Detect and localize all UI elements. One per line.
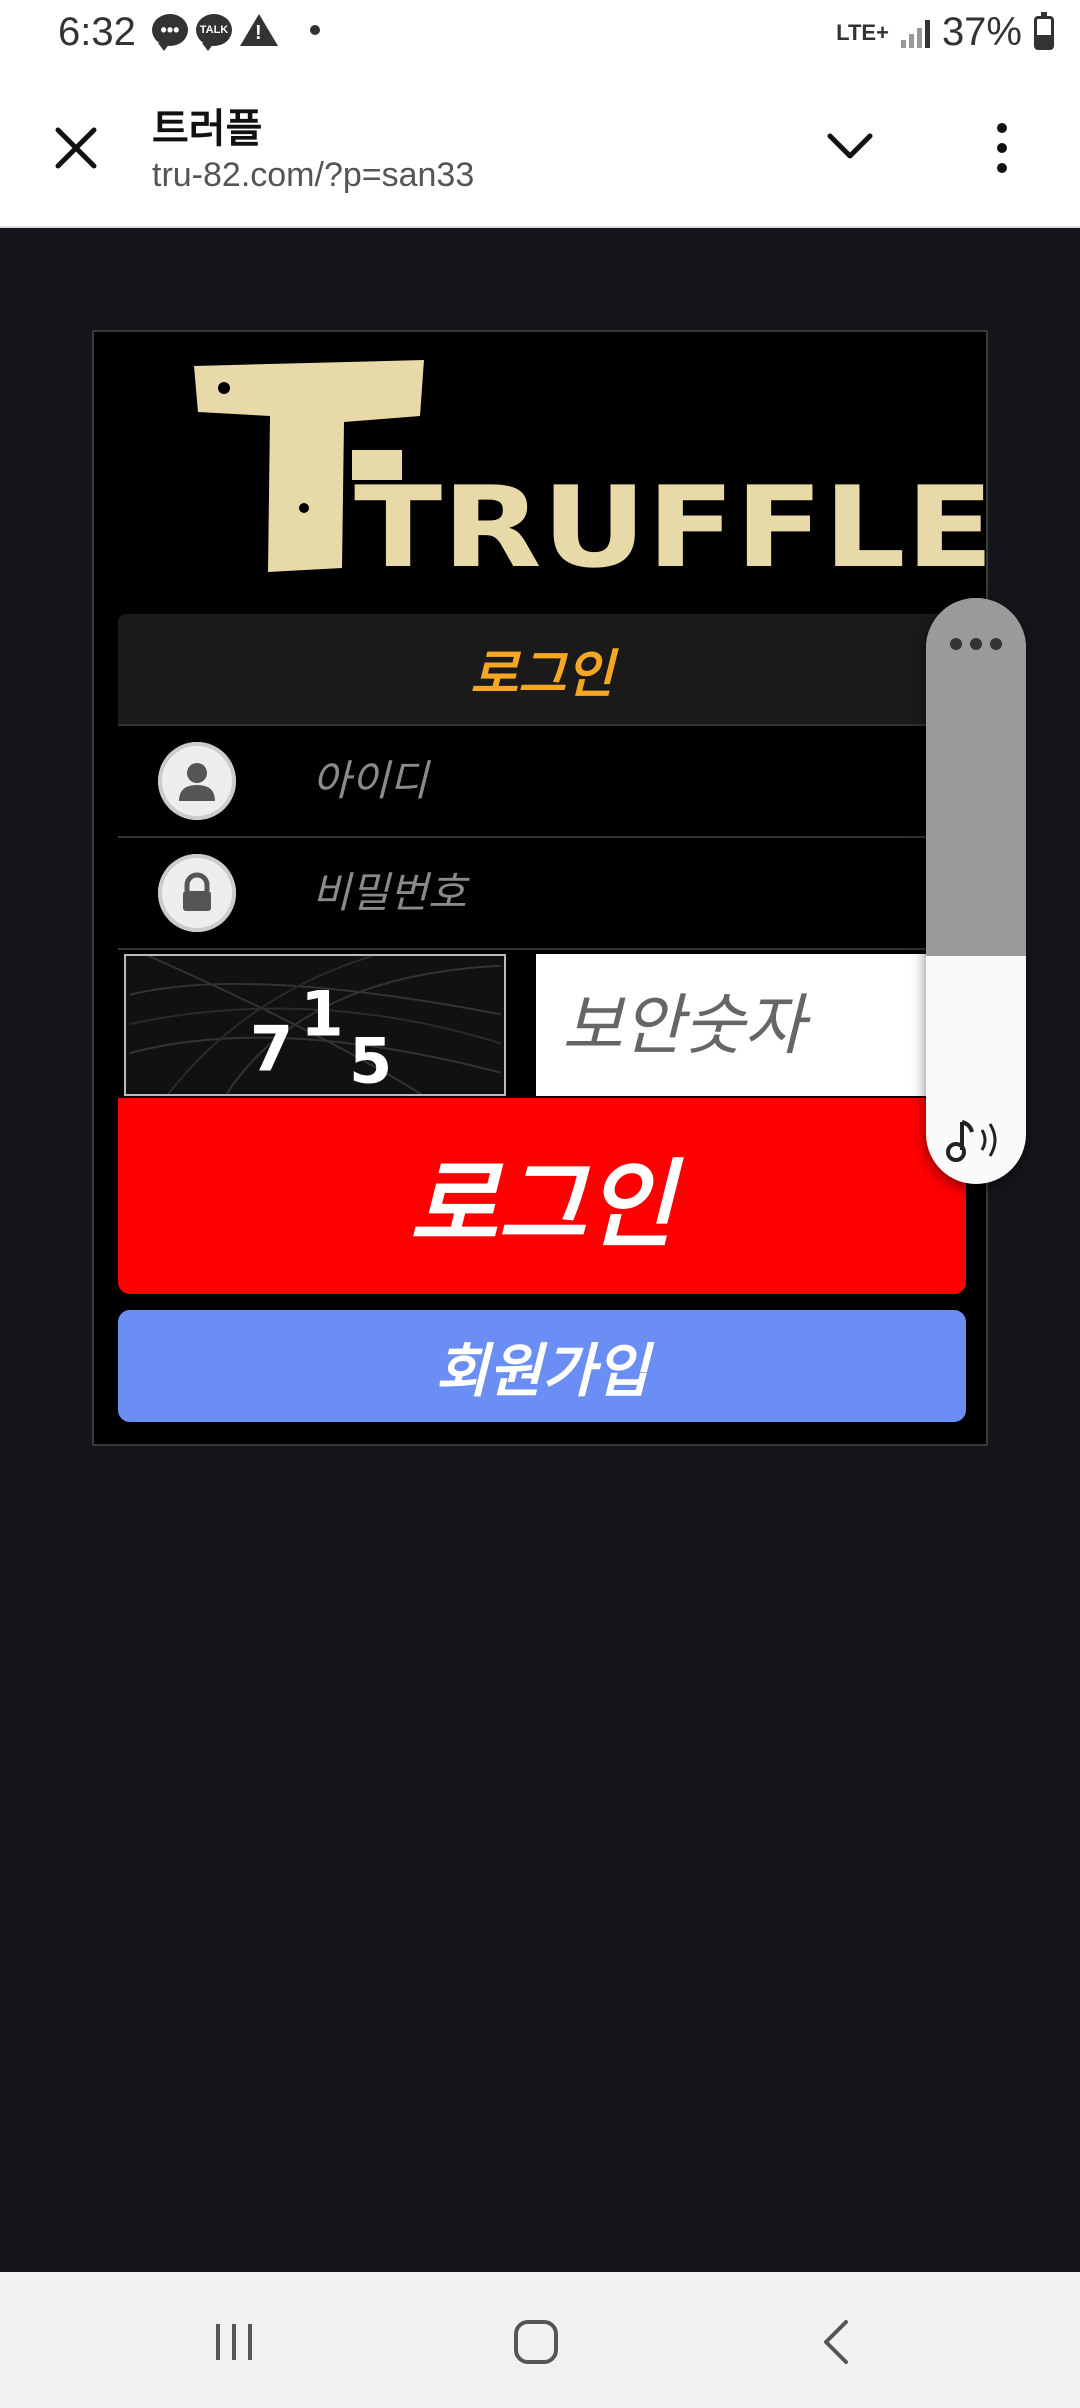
id-field-row	[118, 726, 966, 838]
battery-percent: 37%	[941, 10, 1022, 54]
kakaotalk-icon: TALK	[196, 14, 232, 51]
notification-icons: ••• TALK !	[152, 14, 320, 51]
system-nav-bar	[0, 2272, 1080, 2408]
chevron-down-icon[interactable]	[826, 130, 874, 162]
volume-slider[interactable]	[926, 598, 1026, 1184]
volume-level-fill	[926, 598, 1026, 956]
svg-text:TRUFFLE: TRUFFLE	[354, 463, 994, 574]
back-icon[interactable]	[808, 2312, 868, 2372]
status-time: 6:32	[58, 10, 136, 54]
security-code-input[interactable]	[536, 954, 956, 1096]
login-header: 로그인	[118, 614, 966, 726]
signup-button[interactable]: 회원가입	[118, 1310, 966, 1422]
more-notifications-dot-icon	[310, 25, 320, 35]
page-title: 트러플	[152, 107, 263, 151]
id-input[interactable]	[310, 756, 914, 806]
close-icon[interactable]	[50, 122, 102, 174]
password-field-row	[118, 838, 966, 950]
battery-icon	[1034, 11, 1054, 50]
music-volume-icon[interactable]	[944, 1114, 1008, 1166]
status-right: LTE+ 37%	[836, 10, 1054, 55]
more-vert-icon[interactable]	[990, 122, 1014, 174]
browser-toolbar: 트러플 tru-82.com/?p=san33	[0, 68, 1080, 228]
captcha-digit: 7	[250, 1013, 293, 1086]
page-url[interactable]: tru-82.com/?p=san33	[152, 156, 474, 195]
login-button[interactable]: 로그인	[118, 1098, 966, 1294]
login-panel: TRUFFLE 로그인 7 1 5 로그인 회원가입	[92, 330, 994, 1446]
lock-icon	[158, 854, 236, 932]
network-label: LTE+	[836, 19, 889, 45]
captcha-image: 7 1 5	[124, 954, 506, 1096]
chat-bubble-icon: •••	[152, 14, 188, 51]
password-input[interactable]	[310, 868, 914, 918]
captcha-digit: 1	[300, 978, 343, 1051]
status-bar: 6:32 ••• TALK ! LTE+ 37%	[0, 0, 1080, 68]
volume-more-icon[interactable]	[950, 638, 1002, 650]
user-icon	[158, 742, 236, 820]
truffle-logo: TRUFFLE	[194, 360, 994, 574]
captcha-digit: 5	[349, 1024, 392, 1094]
warning-icon: !	[240, 14, 278, 46]
recent-apps-icon[interactable]	[204, 2312, 264, 2372]
home-icon[interactable]	[506, 2312, 566, 2372]
signal-icon	[900, 18, 930, 48]
